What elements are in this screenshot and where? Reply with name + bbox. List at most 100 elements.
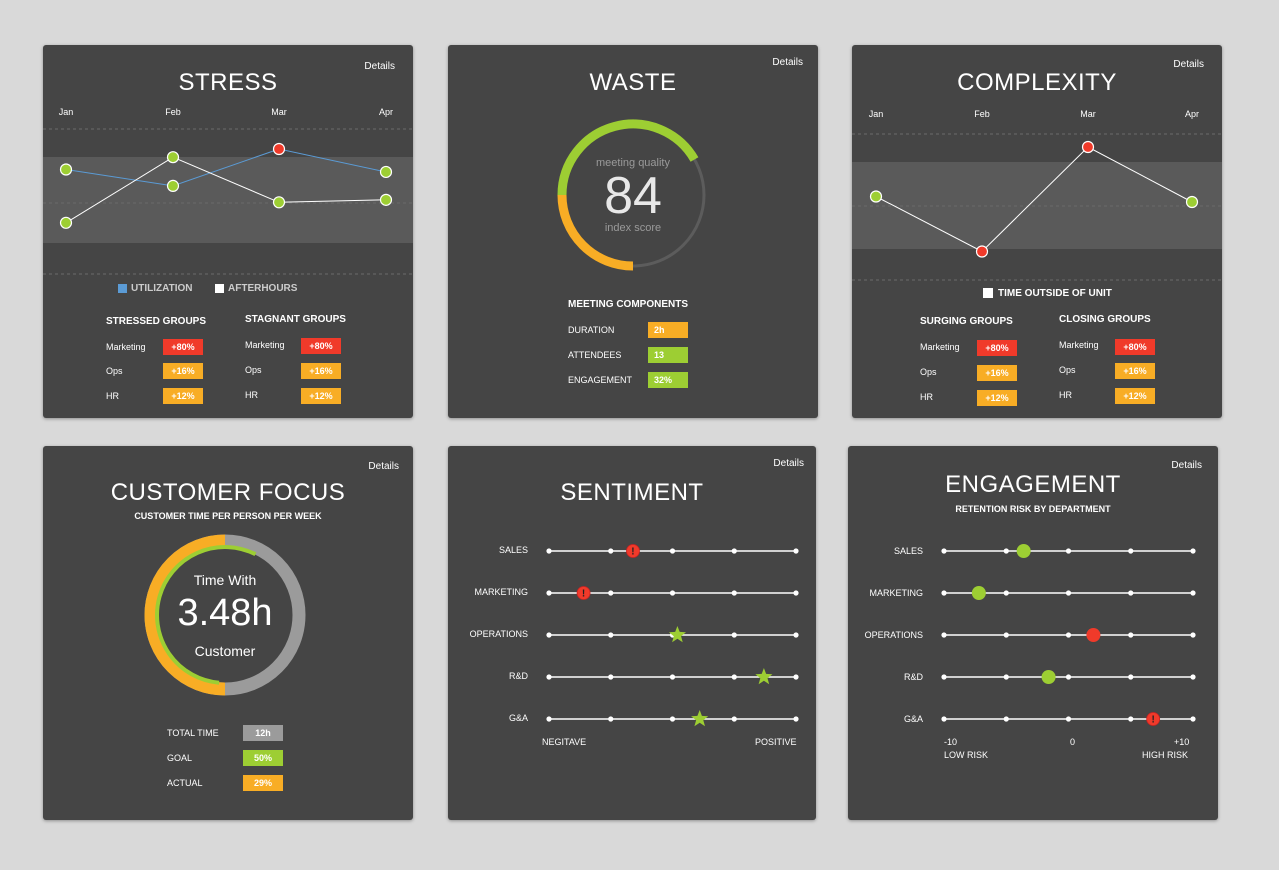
ring-line1: Time With	[193, 572, 257, 588]
slider-tick	[941, 590, 947, 596]
star-marker-icon	[668, 626, 686, 643]
high-risk-label: HIGH RISK	[1142, 750, 1189, 760]
dot-marker	[1016, 544, 1031, 558]
month-tick-label: Jan	[869, 109, 884, 119]
low-risk-label: LOW RISK	[944, 750, 989, 760]
slider-tick	[1128, 632, 1134, 638]
slider-tick	[793, 674, 799, 680]
customer-ring: Time With 3.48h Customer	[142, 532, 308, 698]
waste-details-link[interactable]: Details	[772, 57, 803, 68]
time-outside-legend-swatch	[983, 288, 993, 298]
data-point	[1185, 195, 1199, 209]
slider-tick	[1190, 674, 1196, 680]
stat-badge: 50%	[243, 750, 283, 766]
scale-max-label: +10	[1174, 737, 1190, 747]
meeting-components-header: MEETING COMPONENTS	[568, 299, 689, 310]
afterhours-legend-swatch	[215, 284, 224, 293]
slider-tick	[546, 632, 552, 638]
slider-tick	[731, 674, 737, 680]
closing-row-label: Ops	[1059, 365, 1076, 375]
data-point	[166, 179, 180, 193]
stress-line-chart: Jan Feb Mar Apr	[43, 107, 413, 275]
component-label: ENGAGEMENT	[568, 375, 633, 385]
star-marker-icon	[755, 668, 773, 685]
slider-tick	[1190, 632, 1196, 638]
slider-tick	[1128, 716, 1134, 722]
month-tick-label: Apr	[1185, 109, 1199, 119]
closing-row-badge: +16%	[1115, 363, 1155, 379]
slider-tick	[608, 716, 614, 722]
series-line	[875, 146, 1193, 253]
slider-tick	[793, 716, 799, 722]
stressed-groups-header: STRESSED GROUPS	[106, 316, 207, 327]
slider-tick	[1128, 590, 1134, 596]
scale-min-label: -10	[944, 737, 958, 747]
stagnant-row-label: Ops	[245, 365, 262, 375]
slider-tick	[669, 548, 676, 554]
alert-glyph: !	[631, 547, 634, 558]
slider-tick	[1065, 590, 1072, 596]
slider-tick	[1003, 716, 1009, 722]
slider-tick	[608, 548, 614, 554]
waste-card: Details WASTE meeting quality 84 index s…	[448, 45, 818, 418]
component-badge: 32%	[648, 372, 688, 388]
slider-tick	[546, 590, 552, 596]
sentiment-positive-label: POSITIVE	[755, 737, 797, 747]
slider-tick	[1128, 674, 1134, 680]
sentiment-card: Details SENTIMENT SALES MARKETING OPERAT…	[448, 446, 816, 820]
slider-tick	[941, 674, 947, 680]
dot-marker	[1041, 670, 1056, 684]
waste-gauge: meeting quality 84 index score	[556, 118, 710, 272]
stat-label: TOTAL TIME	[167, 728, 219, 738]
stagnant-row-label: HR	[245, 390, 258, 400]
utilization-legend-label: UTILIZATION	[131, 283, 193, 294]
stressed-row-badge: +16%	[163, 363, 203, 379]
slider-tick	[941, 632, 947, 638]
complexity-chart: Jan Feb Mar Apr	[852, 103, 1222, 283]
ring-value: 3.48h	[177, 592, 273, 634]
slider-tick	[1003, 674, 1009, 680]
slider-tick	[546, 716, 552, 722]
stress-card: Details STRESS Jan Feb Mar Apr UTILIZATION …	[43, 45, 413, 418]
customer-details-link[interactable]: Details	[368, 461, 399, 472]
slider-tick	[793, 590, 799, 596]
stressed-row-label: Marketing	[106, 342, 146, 352]
customer-focus-card: Details CUSTOMER FOCUS CUSTOMER TIME PER…	[43, 446, 413, 820]
slider-tick	[731, 632, 737, 638]
customer-title: CUSTOMER FOCUS	[110, 479, 346, 506]
utilization-legend-swatch	[118, 284, 127, 293]
stagnant-row-label: Marketing	[245, 340, 285, 350]
slider-tick	[731, 548, 737, 554]
dot-marker	[1086, 628, 1101, 642]
slider-tick	[1128, 548, 1134, 554]
slider-tick	[1003, 632, 1009, 638]
slider-tick	[669, 590, 676, 596]
slider-tick	[669, 674, 676, 680]
slider-tick	[1003, 590, 1009, 596]
component-badge: 2h	[648, 322, 688, 338]
slider-tick	[608, 590, 614, 596]
slider-tick	[1190, 716, 1196, 722]
closing-row-label: HR	[1059, 390, 1072, 400]
data-point	[869, 190, 883, 203]
data-point	[272, 142, 286, 156]
slider-tick	[1003, 548, 1009, 554]
slider-tick	[608, 632, 614, 638]
month-tick-label: Feb	[974, 109, 990, 119]
customer-subtitle: CUSTOMER TIME PER PERSON PER WEEK	[134, 511, 322, 521]
complexity-title: COMPLEXITY	[957, 69, 1117, 96]
component-label: ATTENDEES	[568, 350, 622, 360]
closing-groups-header: CLOSING GROUPS	[1059, 314, 1151, 325]
slider-tick	[941, 716, 947, 722]
data-point	[166, 151, 180, 164]
gauge-value: 84	[604, 167, 662, 225]
slider-tick	[1190, 548, 1196, 554]
complexity-line-chart: Jan Feb Mar Apr	[852, 109, 1222, 281]
surging-groups-header: SURGING GROUPS	[920, 316, 1013, 327]
stressed-row-label: HR	[106, 391, 119, 401]
waste-title: WASTE	[589, 69, 677, 96]
stressed-row-badge: +80%	[163, 339, 203, 355]
month-tick-label: Jan	[59, 107, 74, 117]
closing-row-badge: +80%	[1115, 339, 1155, 355]
stress-chart: Jan Feb Mar Apr	[43, 100, 413, 280]
